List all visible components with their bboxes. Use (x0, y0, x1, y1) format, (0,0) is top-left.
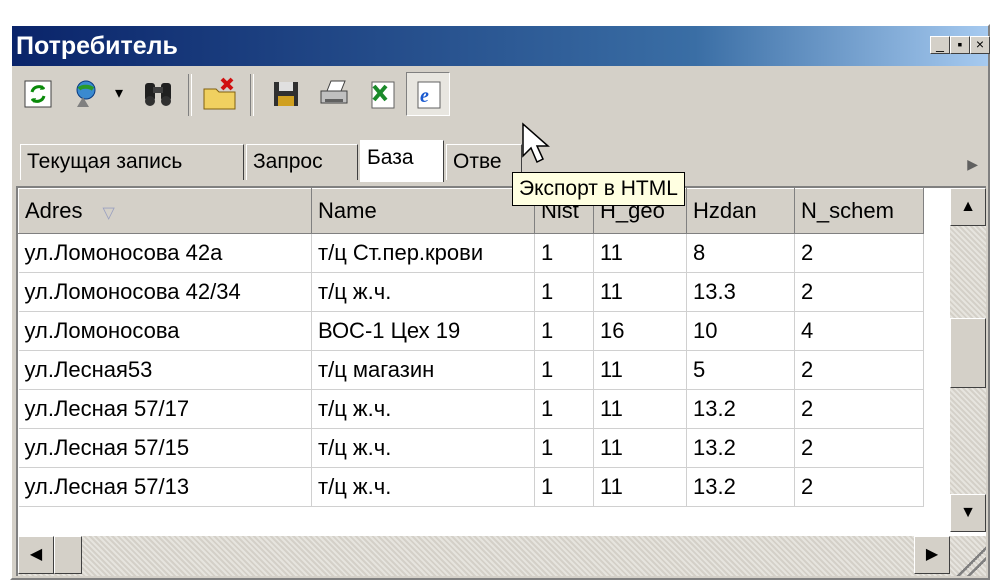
vertical-scrollbar[interactable]: ▲ ▼ (950, 188, 986, 532)
tab-database[interactable]: База (360, 140, 444, 182)
cell-h-geo[interactable]: 11 (593, 272, 687, 312)
delete-folder-icon[interactable] (198, 72, 242, 116)
svg-text:e: e (420, 85, 429, 107)
cell-h-geo[interactable]: 11 (593, 428, 687, 468)
table-row[interactable]: ул.Ломоносова ВОС-1 Цех 19 1 16 10 4 (18, 311, 924, 351)
cell-name[interactable]: ВОС-1 Цех 19 (311, 311, 535, 351)
cell-adres[interactable]: ул.Ломоносова 42а (18, 233, 312, 273)
cell-nist[interactable]: 1 (534, 272, 594, 312)
cell-n-schem[interactable]: 2 (794, 428, 924, 468)
minimize-button[interactable]: _ (930, 36, 950, 54)
cell-nist[interactable]: 1 (534, 389, 594, 429)
cell-h-geo[interactable]: 11 (593, 389, 687, 429)
cell-nist[interactable]: 1 (534, 467, 594, 507)
window-title: Потребитель (16, 32, 178, 60)
scroll-up-icon[interactable]: ▲ (950, 188, 986, 226)
cell-name[interactable]: т/ц Ст.пер.крови (311, 233, 535, 273)
data-grid: Adres ▽ Name Nist H_geo Hzdan N_schem ул.… (16, 186, 986, 576)
export-html-tooltip: Экспорт в HTML (512, 172, 685, 206)
refresh-icon[interactable] (16, 72, 60, 116)
column-header-label: Adres (25, 198, 83, 223)
print-icon[interactable] (312, 72, 356, 116)
scroll-down-icon[interactable]: ▼ (950, 494, 986, 532)
cell-hzdan[interactable]: 13.2 (686, 389, 795, 429)
table-row[interactable]: ул.Лесная53 т/ц магазин 1 11 5 2 (18, 350, 924, 390)
tab-strip: Текущая запись Запрос База Отве ▶ (14, 136, 986, 186)
cell-hzdan[interactable]: 5 (686, 350, 795, 390)
cell-n-schem[interactable]: 2 (794, 272, 924, 312)
title-bar[interactable]: Потребитель _ ▪ × (12, 26, 990, 66)
cell-name[interactable]: т/ц ж.ч. (311, 428, 535, 468)
cell-name[interactable]: т/ц ж.ч. (311, 389, 535, 429)
column-header-adres[interactable]: Adres ▽ (18, 188, 312, 234)
cell-hzdan[interactable]: 10 (686, 311, 795, 351)
table-row[interactable]: ул.Лесная 57/13 т/ц ж.ч. 1 11 13.2 2 (18, 467, 924, 507)
table-row[interactable]: ул.Лесная 57/17 т/ц ж.ч. 1 11 13.2 2 (18, 389, 924, 429)
consumer-window: Потребитель _ ▪ × ▾ e Текущая запись Зап… (10, 24, 990, 580)
maximize-button[interactable]: ▪ (950, 36, 970, 54)
cell-hzdan[interactable]: 13.2 (686, 467, 795, 507)
cell-h-geo[interactable]: 16 (593, 311, 687, 351)
vertical-scroll-thumb[interactable] (950, 318, 986, 388)
table-row[interactable]: ул.Ломоносова 42а т/ц Ст.пер.крови 1 11 8 2 (18, 233, 924, 273)
export-excel-icon[interactable] (360, 72, 404, 116)
tab-query[interactable]: Запрос (246, 144, 358, 180)
tab-current-record[interactable]: Текущая запись (20, 144, 244, 180)
column-header-n-schem[interactable]: N_schem (794, 188, 924, 234)
cell-adres[interactable]: ул.Лесная 57/15 (18, 428, 312, 468)
cell-n-schem[interactable]: 4 (794, 311, 924, 351)
column-header-name[interactable]: Name (311, 188, 535, 234)
horizontal-scrollbar[interactable]: ◀ ▶ (18, 536, 986, 576)
cell-nist[interactable]: 1 (534, 233, 594, 273)
cell-adres[interactable]: ул.Лесная 57/17 (18, 389, 312, 429)
close-button[interactable]: × (970, 36, 990, 54)
cell-n-schem[interactable]: 2 (794, 389, 924, 429)
cell-n-schem[interactable]: 2 (794, 350, 924, 390)
cell-h-geo[interactable]: 11 (593, 467, 687, 507)
find-binoculars-icon[interactable] (136, 72, 180, 116)
mouse-cursor-icon (522, 122, 550, 164)
horizontal-scroll-thumb[interactable] (54, 536, 82, 574)
export-html-icon[interactable]: e (406, 72, 450, 116)
cell-nist[interactable]: 1 (534, 428, 594, 468)
cell-name[interactable]: т/ц ж.ч. (311, 467, 535, 507)
column-header-hzdan[interactable]: Hzdan (686, 188, 795, 234)
tab-answer[interactable]: Отве (446, 144, 522, 180)
cell-adres[interactable]: ул.Лесная 57/13 (18, 467, 312, 507)
cell-n-schem[interactable]: 2 (794, 467, 924, 507)
cell-adres[interactable]: ул.Ломоносова (18, 311, 312, 351)
table-row[interactable]: ул.Лесная 57/15 т/ц ж.ч. 1 11 13.2 2 (18, 428, 924, 468)
scroll-left-icon[interactable]: ◀ (18, 536, 54, 574)
cell-h-geo[interactable]: 11 (593, 350, 687, 390)
toolbar: ▾ e (12, 66, 988, 124)
cell-hzdan[interactable]: 8 (686, 233, 795, 273)
cell-h-geo[interactable]: 11 (593, 233, 687, 273)
toolbar-separator (250, 74, 254, 116)
cell-adres[interactable]: ул.Ломоносова 42/34 (18, 272, 312, 312)
toolbar-separator (188, 74, 192, 116)
cell-hzdan[interactable]: 13.3 (686, 272, 795, 312)
cell-name[interactable]: т/ц магазин (311, 350, 535, 390)
cell-nist[interactable]: 1 (534, 311, 594, 351)
header-row: Adres ▽ Name Nist H_geo Hzdan N_schem (18, 188, 924, 234)
resize-grip-icon[interactable] (956, 538, 986, 576)
table-row[interactable]: ул.Ломоносова 42/34 т/ц ж.ч. 1 11 13.3 2 (18, 272, 924, 312)
dropdown-arrow-icon[interactable]: ▾ (108, 72, 130, 116)
scroll-right-icon[interactable]: ▶ (914, 536, 950, 574)
cell-hzdan[interactable]: 13.2 (686, 428, 795, 468)
cell-adres[interactable]: ул.Лесная53 (18, 350, 312, 390)
sort-filter-icon[interactable]: ▽ (102, 205, 114, 222)
save-disk-icon[interactable] (264, 72, 308, 116)
cell-name[interactable]: т/ц ж.ч. (311, 272, 535, 312)
tab-scroll-right-icon[interactable]: ▶ (967, 156, 978, 173)
cell-n-schem[interactable]: 2 (794, 233, 924, 273)
cell-nist[interactable]: 1 (534, 350, 594, 390)
connect-icon[interactable] (64, 72, 108, 116)
records-table: Adres ▽ Name Nist H_geo Hzdan N_schem ул.… (18, 188, 924, 507)
